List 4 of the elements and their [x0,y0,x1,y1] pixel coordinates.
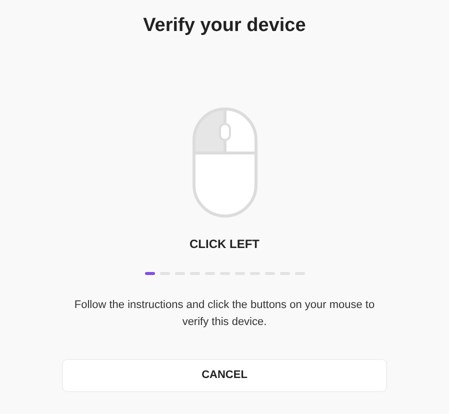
description-text: Follow the instructions and click the buttons on your mouse to verify this device. [73,298,376,330]
dialog-title: Verify your device [143,14,306,38]
cancel-button[interactable]: CANCEL [63,360,386,391]
instruction-label: CLICK LEFT [190,236,260,253]
